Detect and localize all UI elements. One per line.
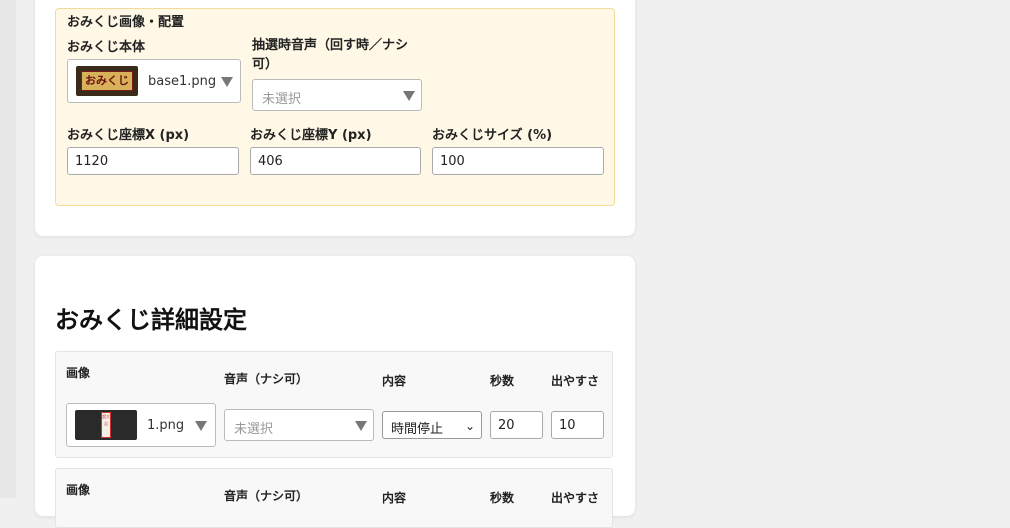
- details-card: おみくじ詳細設定 画像 音声（ナシ可） 内容 秒数 出やすさ 超大吉 1.png…: [35, 256, 635, 528]
- row-seconds-input[interactable]: [490, 411, 543, 439]
- row-content-value: 時間停止: [391, 422, 444, 437]
- body-thumb-label: おみくじ: [81, 71, 133, 91]
- size-label: おみくじサイズ (%): [432, 128, 553, 143]
- chevron-down-icon: [195, 421, 207, 431]
- header-seconds: 秒数: [490, 374, 515, 388]
- row-image-file-name: 1.png: [147, 418, 185, 433]
- chevron-down-icon: ⌄: [464, 419, 475, 433]
- header-content: 内容: [382, 374, 407, 388]
- header-sound: 音声（ナシ可）: [224, 372, 309, 386]
- detail-row: 画像 音声（ナシ可） 内容 秒数 出やすさ: [55, 468, 613, 528]
- header-sound: 音声（ナシ可）: [224, 489, 309, 503]
- row-weight-input[interactable]: [551, 411, 604, 439]
- chevron-down-icon: [355, 421, 367, 431]
- y-label: おみくじ座標Y (px): [250, 128, 372, 143]
- placement-section-title: おみくじ画像・配置: [67, 15, 185, 30]
- row-content-select[interactable]: 時間停止 ⌄: [382, 411, 482, 439]
- body-thumbnail: おみくじ: [76, 66, 138, 96]
- detail-row: 画像 音声（ナシ可） 内容 秒数 出やすさ 超大吉 1.png 未選択 時間停止…: [55, 351, 613, 458]
- row-thumb-label: 超大吉: [101, 412, 111, 438]
- body-file-name: base1.png: [148, 74, 217, 89]
- sound-placeholder: 未選択: [262, 92, 302, 107]
- chevron-down-icon: [403, 91, 415, 101]
- body-label: おみくじ本体: [67, 40, 146, 55]
- header-image: 画像: [66, 366, 91, 380]
- sound-select[interactable]: 未選択: [252, 79, 422, 111]
- header-image: 画像: [66, 483, 91, 497]
- row-sound-select[interactable]: 未選択: [224, 409, 374, 441]
- placement-panel: おみくじ画像・配置 おみくじ本体 おみくじ base1.png 抽選時音声（回す…: [55, 8, 615, 206]
- y-input[interactable]: [250, 147, 421, 175]
- placement-card: おみくじ画像・配置 おみくじ本体 おみくじ base1.png 抽選時音声（回す…: [35, 0, 635, 236]
- header-weight: 出やすさ: [551, 374, 600, 388]
- body-image-select[interactable]: おみくじ base1.png: [67, 59, 241, 103]
- x-label: おみくじ座標X (px): [67, 128, 190, 143]
- x-input[interactable]: [67, 147, 239, 175]
- chevron-down-icon: [221, 77, 233, 87]
- sound-label: 抽選時音声（回す時／ナシ可）: [252, 38, 409, 72]
- size-input[interactable]: [432, 147, 604, 175]
- left-gutter: [0, 0, 16, 498]
- row-sound-placeholder: 未選択: [234, 422, 274, 437]
- row-image-select[interactable]: 超大吉 1.png: [66, 403, 216, 447]
- row-thumbnail: 超大吉: [75, 410, 137, 440]
- details-title: おみくじ詳細設定: [55, 306, 247, 334]
